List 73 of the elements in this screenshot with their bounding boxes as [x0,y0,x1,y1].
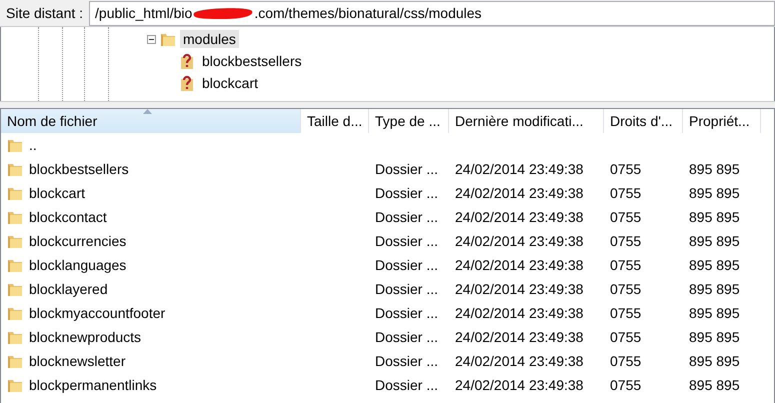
file-name[interactable]: blocklayered [29,281,108,297]
collapse-icon[interactable] [147,34,156,44]
folder-icon [160,31,176,47]
file-name[interactable]: .. [29,137,37,153]
table-cell: 0755 [610,209,642,225]
table-cell: 0755 [610,233,642,249]
file-name[interactable]: blockcart [29,185,86,201]
folder-icon [7,305,23,321]
table-cell: Dossier ... [375,209,438,225]
table-cell: Dossier ... [375,185,438,201]
table-cell: 0755 [610,161,642,177]
folder-icon [7,137,23,153]
table-cell: 895 895 [689,209,740,225]
table-cell: Dossier ... [375,257,438,273]
table-cell: 0755 [610,305,642,321]
table-cell: 24/02/2014 23:49:38 [455,161,584,177]
table-cell: 0755 [610,329,642,345]
file-name[interactable]: blockmyaccountfooter [29,305,166,321]
folder-icon [7,329,23,345]
table-cell: 24/02/2014 23:49:38 [455,185,584,201]
path-label: Site distant : [5,5,84,21]
table-cell: Dossier ... [375,377,438,393]
file-name[interactable]: blocklanguages [29,257,126,273]
table-cell: 24/02/2014 23:49:38 [455,257,584,273]
question-mark-icon [179,75,195,91]
table-cell: Dossier ... [375,281,438,297]
table-cell: 895 895 [689,329,740,345]
tree-item[interactable]: modules [180,30,239,48]
tree-item[interactable]: blockbestsellers [199,52,305,70]
file-name[interactable]: blocknewsletter [29,353,126,369]
folder-icon [7,377,23,393]
file-name[interactable]: blockcurrencies [29,233,126,249]
path-field[interactable]: /public_html/bio .com/themes/bionatural/css/modules [89,0,775,26]
table-cell: Dossier ... [375,161,438,177]
folder-icon [7,353,23,369]
table-cell: 895 895 [689,233,740,249]
folder-icon [7,257,23,273]
column-header[interactable]: Nom de fichier [1,109,301,133]
table-cell: 24/02/2014 23:49:38 [455,329,584,345]
table-cell: 895 895 [689,281,740,297]
folder-icon [7,185,23,201]
folder-icon [7,233,23,249]
table-cell: 0755 [610,353,642,369]
table-cell: 895 895 [689,161,740,177]
file-name[interactable]: blockcontact [29,209,107,225]
table-cell: Dossier ... [375,305,438,321]
table-cell: 895 895 [689,257,740,273]
table-cell: 0755 [610,377,642,393]
table-cell: Dossier ... [375,329,438,345]
table-cell: 24/02/2014 23:49:38 [455,209,584,225]
table-cell: 24/02/2014 23:49:38 [455,233,584,249]
table-cell: 0755 [610,185,642,201]
table-cell: 895 895 [689,185,740,201]
table-cell: 24/02/2014 23:49:38 [455,377,584,393]
table-cell: Dossier ... [375,233,438,249]
folder-icon [7,161,23,177]
tree-item[interactable]: blockcart [199,74,262,92]
table-cell: 0755 [610,281,642,297]
table-cell: 24/02/2014 23:49:38 [455,353,584,369]
table-cell: 0755 [610,257,642,273]
table-cell: 895 895 [689,305,740,321]
table-cell: 895 895 [689,377,740,393]
file-name[interactable]: blocknewproducts [29,329,142,345]
file-name[interactable]: blockpermanentlinks [29,377,157,393]
sort-arrow-icon [143,109,152,114]
table-cell: 24/02/2014 23:49:38 [455,305,584,321]
table-cell: 24/02/2014 23:49:38 [455,281,584,297]
table-cell: Dossier ... [375,353,438,369]
folder-icon [7,281,23,297]
table-cell: 895 895 [689,353,740,369]
file-name[interactable]: blockbestsellers [29,161,129,177]
question-mark-icon [179,53,195,69]
folder-icon [7,209,23,225]
